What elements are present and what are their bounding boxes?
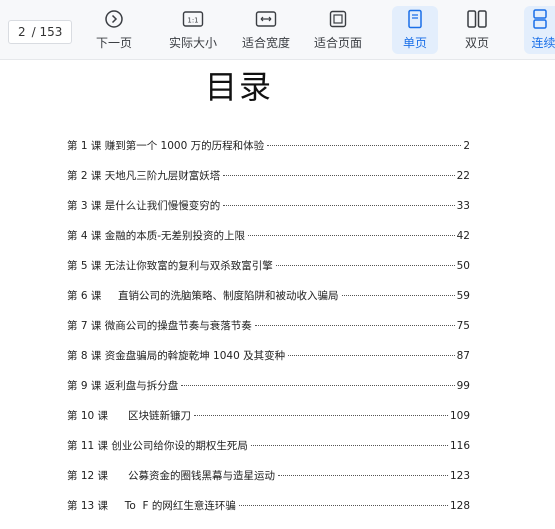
toc-leader bbox=[250, 445, 448, 446]
toc-entry-page: 87 bbox=[456, 350, 470, 362]
page-number-input[interactable]: 2 / 153 bbox=[8, 20, 72, 44]
double-page-button[interactable]: 双页 bbox=[456, 6, 498, 54]
toc-entry[interactable]: 第 13 课 To F 的网红生意连环骗 128 bbox=[67, 498, 470, 514]
toc-entry-page: 50 bbox=[456, 260, 470, 272]
toc-entry-page: 22 bbox=[456, 170, 470, 182]
toc-entry-title: 第 4 课 金融的本质-无差别投资的上限 bbox=[67, 230, 245, 242]
toc-entry[interactable]: 第 8 课 资金盘骗局的斡旋乾坤 1040 及其变种 87 bbox=[67, 348, 470, 364]
toc-leader bbox=[278, 475, 448, 476]
toc-entry[interactable]: 第 7 课 微商公司的操盘节奏与衰落节奏 75 bbox=[67, 318, 470, 334]
toc-leader bbox=[267, 145, 462, 146]
toc-entry-title: 第 2 课 天地凡三阶九层财富妖塔 bbox=[67, 170, 221, 182]
actual-size-button[interactable]: 1:1 实际大小 bbox=[165, 6, 221, 54]
continuous-icon bbox=[531, 8, 549, 30]
next-page-button[interactable]: 下一页 bbox=[92, 6, 136, 54]
toc-entry-title: 第 12 课 公募资金的圈钱黑幕与造星运动 bbox=[67, 470, 276, 482]
toc-entry[interactable]: 第 9 课 返利盘与拆分盘 99 bbox=[67, 378, 470, 394]
fit-width-label: 适合宽度 bbox=[241, 36, 290, 50]
toc-entry[interactable]: 第 1 课 赚到第一个 1000 万的历程和体验 2 bbox=[67, 138, 470, 154]
toc-entry-page: 116 bbox=[449, 440, 470, 452]
toc-entry-page: 59 bbox=[456, 290, 470, 302]
fit-width-icon bbox=[255, 8, 277, 30]
toc-entry[interactable]: 第 6 课 直销公司的洗脑策略、制度陷阱和被动收入骗局 59 bbox=[67, 288, 470, 304]
single-page-button[interactable]: 单页 bbox=[392, 6, 438, 54]
toc-entry[interactable]: 第 4 课 金融的本质-无差别投资的上限 42 bbox=[67, 228, 470, 244]
next-page-label: 下一页 bbox=[95, 36, 132, 50]
toc-entry-page: 2 bbox=[463, 140, 470, 152]
toc-leader bbox=[181, 385, 455, 386]
toc-entry-title: 第 6 课 直销公司的洗脑策略、制度陷阱和被动收入骗局 bbox=[67, 290, 339, 302]
fit-width-button[interactable]: 适合宽度 bbox=[238, 6, 294, 54]
toc-entry-title: 第 3 课 是什么让我们慢慢变穷的 bbox=[67, 200, 221, 212]
toc-entry[interactable]: 第 11 课 创业公司给你设的期权生死局 116 bbox=[67, 438, 470, 454]
toc-entry-title: 第 13 课 To F 的网红生意连环骗 bbox=[67, 500, 236, 512]
single-page-icon bbox=[406, 8, 424, 30]
actual-size-icon: 1:1 bbox=[182, 8, 204, 30]
double-page-label: 双页 bbox=[464, 36, 489, 50]
toolbar: 2 / 153 下一页 1:1 实际大小 适合宽度 适合页面 单页 双页 连续 bbox=[0, 0, 555, 60]
current-page[interactable]: 2 bbox=[18, 25, 26, 39]
toc-entry-page: 123 bbox=[449, 470, 470, 482]
continuous-button[interactable]: 连续 bbox=[524, 6, 555, 54]
toc-leader bbox=[223, 205, 455, 206]
toc-entry-title: 第 5 课 无法让你致富的复利与双杀致富引擎 bbox=[67, 260, 273, 272]
total-pages: / 153 bbox=[31, 25, 63, 39]
single-page-label: 单页 bbox=[402, 36, 427, 50]
toc-entry-title: 第 9 课 返利盘与拆分盘 bbox=[67, 380, 179, 392]
document-page: 目录 第 1 课 赚到第一个 1000 万的历程和体验 2 第 2 课 天地凡三阶… bbox=[0, 60, 555, 529]
toc-entry-page: 128 bbox=[449, 500, 470, 512]
toc-leader bbox=[288, 355, 455, 356]
toc-entry[interactable]: 第 2 课 天地凡三阶九层财富妖塔 22 bbox=[67, 168, 470, 184]
toc-entry-page: 109 bbox=[449, 410, 470, 422]
continuous-label: 连续 bbox=[531, 36, 555, 50]
toc-entry-title: 第 8 课 资金盘骗局的斡旋乾坤 1040 及其变种 bbox=[67, 350, 286, 362]
toc-entry-title: 第 7 课 微商公司的操盘节奏与衰落节奏 bbox=[67, 320, 252, 332]
toc-leader bbox=[238, 505, 448, 506]
toc-entry-title: 第 10 课 区块链新镰刀 bbox=[67, 410, 192, 422]
fit-page-label: 适合页面 bbox=[313, 36, 362, 50]
toc-entry[interactable]: 第 3 课 是什么让我们慢慢变穷的 33 bbox=[67, 198, 470, 214]
svg-text:1:1: 1:1 bbox=[187, 17, 198, 25]
toc-entry-page: 75 bbox=[456, 320, 470, 332]
toc-entry-page: 33 bbox=[456, 200, 470, 212]
toc-leader bbox=[223, 175, 455, 176]
toc-entry-title: 第 11 课 创业公司给你设的期权生死局 bbox=[67, 440, 248, 452]
next-page-icon bbox=[104, 8, 124, 30]
toc-entry-page: 99 bbox=[456, 380, 470, 392]
toc-entry-title: 第 1 课 赚到第一个 1000 万的历程和体验 bbox=[67, 140, 265, 152]
toc-entry[interactable]: 第 10 课 区块链新镰刀 109 bbox=[67, 408, 470, 424]
toc-leader bbox=[275, 265, 455, 266]
toc-entry[interactable]: 第 5 课 无法让你致富的复利与双杀致富引擎 50 bbox=[67, 258, 470, 274]
fit-page-button[interactable]: 适合页面 bbox=[310, 6, 366, 54]
double-page-icon bbox=[466, 8, 488, 30]
toc-entry-page: 42 bbox=[456, 230, 470, 242]
fit-page-icon bbox=[327, 8, 349, 30]
toc-leader bbox=[341, 295, 455, 296]
actual-size-label: 实际大小 bbox=[168, 36, 217, 50]
toc-leader bbox=[247, 235, 455, 236]
page-title: 目录 bbox=[205, 68, 274, 106]
toc-entry[interactable]: 第 12 课 公募资金的圈钱黑幕与造星运动 123 bbox=[67, 468, 470, 484]
toc-leader bbox=[194, 415, 448, 416]
toc-leader bbox=[254, 325, 455, 326]
